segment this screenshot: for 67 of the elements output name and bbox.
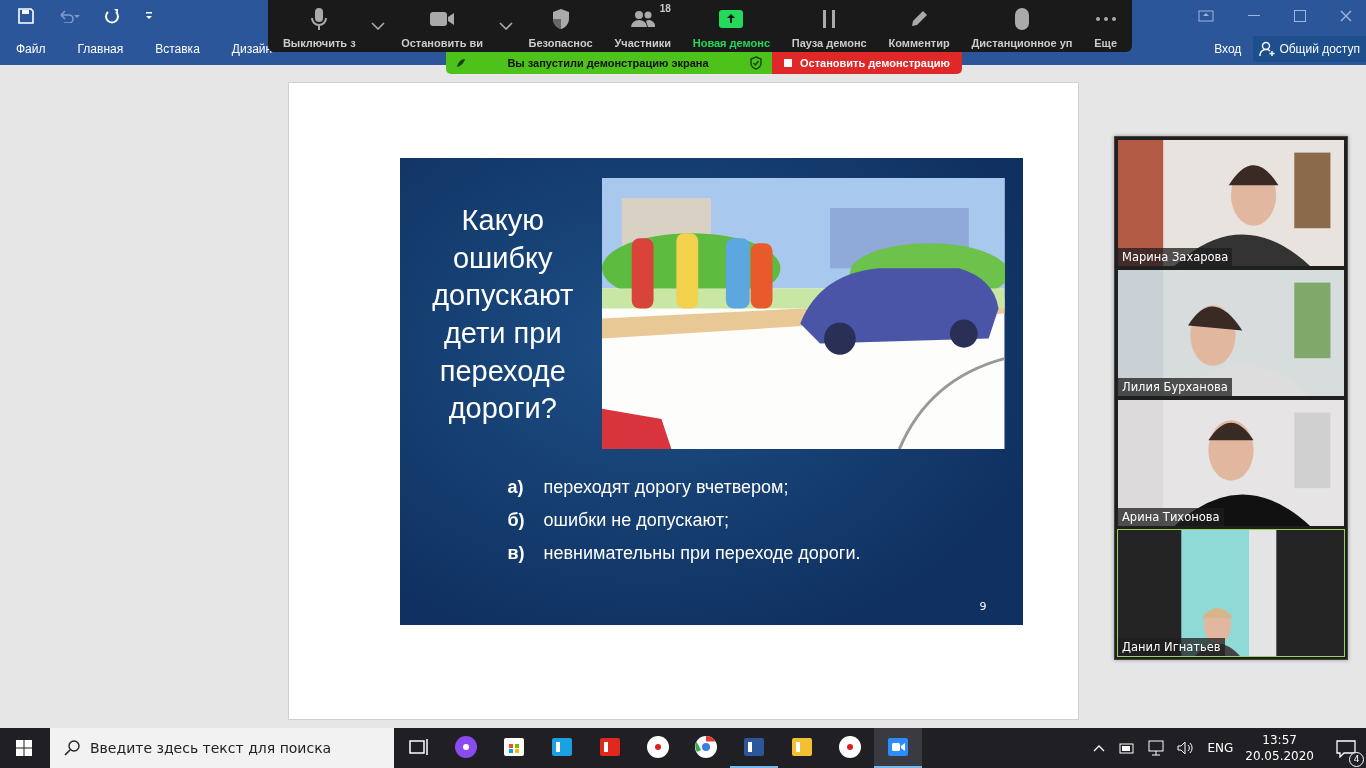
ribbon-tab[interactable]: Дизайн (229, 41, 275, 56)
sign-in-link[interactable]: Вход (1202, 41, 1254, 56)
customize-icon[interactable] (144, 11, 154, 21)
video-tile[interactable]: Данил Игнатьев (1117, 529, 1345, 657)
clock-time[interactable]: 13:57 (1262, 731, 1297, 748)
caret-icon[interactable] (371, 22, 386, 30)
shield-check-icon (750, 56, 762, 70)
redo-icon[interactable] (104, 8, 120, 24)
search-field[interactable]: Введите здесь текст для поиска (50, 728, 394, 768)
video-tile[interactable]: Марина Захарова (1117, 139, 1345, 267)
participant-name: Лилия Бурханова (1118, 378, 1232, 396)
slide-number: 9 (979, 600, 987, 613)
ribbon-tab[interactable]: Файл (14, 41, 48, 56)
maximize-icon[interactable] (1294, 10, 1306, 22)
minimize-icon[interactable] (1248, 15, 1260, 17)
shield-icon (551, 8, 570, 30)
meeting-button[interactable]: Дистанционное уп (971, 5, 1073, 52)
chevron-up-icon[interactable] (1093, 744, 1106, 752)
battery-icon[interactable] (1117, 741, 1136, 755)
notification-icon[interactable] (1336, 739, 1356, 758)
answer-letter: б) (507, 510, 526, 531)
answer-text: ошибки не допускают; (543, 510, 729, 531)
meeting-button[interactable]: Комментир (888, 5, 950, 52)
participant-name: Марина Захарова (1118, 248, 1233, 266)
meeting-button[interactable]: Еще (1094, 5, 1118, 52)
clock-date[interactable]: 20.05.2020 (1245, 748, 1314, 765)
meeting-button[interactable]: Новая демонс (692, 5, 771, 52)
speaker-icon[interactable] (1177, 741, 1196, 755)
video-tile[interactable]: Лилия Бурханова (1117, 269, 1345, 397)
language-indicator[interactable]: ENG (1207, 741, 1234, 755)
zoom-app-icon[interactable] (874, 728, 922, 768)
windows-icon[interactable] (16, 740, 32, 756)
share-button[interactable]: Общий доступ (1253, 35, 1366, 62)
sharing-message: Вы запустили демонстрацию экрана (506, 57, 710, 69)
answer-letter: а) (507, 477, 525, 498)
stop-sharing-button[interactable]: Остановить демонстрацию (772, 52, 962, 74)
meeting-button[interactable]: Остановить ви (401, 5, 483, 52)
save-icon[interactable] (18, 8, 34, 24)
participant-name: Данил Игнатьев (1118, 638, 1225, 656)
mouse-icon (1014, 7, 1030, 31)
pause-icon (822, 10, 837, 28)
pencil-icon (909, 9, 930, 29)
answer-text: переходят дорогу вчетвером; (543, 477, 789, 498)
close-icon[interactable] (1340, 10, 1352, 22)
meeting-button[interactable]: Безопаснос (528, 5, 593, 52)
slide-question: Какую ошибку допускают дети при переходе дороги? (431, 203, 575, 427)
camera-icon (429, 11, 456, 27)
more-icon (1094, 16, 1117, 22)
participant-count: 18 (659, 3, 671, 14)
answer-text: невнимательны при переходе дороги. (543, 543, 861, 564)
ribbon-tab[interactable]: Главная (75, 41, 126, 56)
video-tile[interactable]: Арина Тихонова (1117, 399, 1345, 527)
share-screen-icon (719, 10, 744, 28)
people-icon (629, 10, 656, 28)
answer-letter: в) (507, 543, 526, 564)
network-icon[interactable] (1147, 740, 1166, 756)
leaf-icon (456, 58, 466, 68)
display-icon[interactable] (1198, 10, 1214, 22)
ribbon-tab[interactable]: Вставка (153, 41, 202, 56)
meeting-button[interactable]: 18 Участники (614, 5, 671, 52)
notification-count: 4 (1349, 751, 1364, 767)
participant-name: Арина Тихонова (1118, 508, 1224, 526)
caret-icon[interactable] (498, 22, 513, 30)
meeting-button[interactable]: Пауза демонс (791, 5, 867, 52)
microphone-icon (310, 7, 329, 31)
meeting-button[interactable]: Выключить з (282, 5, 356, 52)
add-person-icon (1259, 40, 1276, 57)
